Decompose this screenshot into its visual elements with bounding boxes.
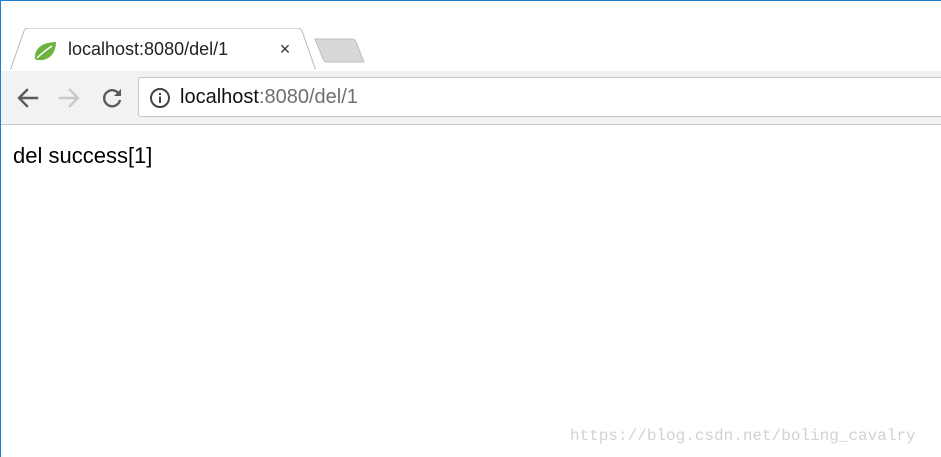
- browser-toolbar: localhost:8080/del/1: [0, 71, 941, 125]
- url-path: :8080/del/1: [258, 86, 358, 108]
- back-arrow-icon: [17, 88, 39, 108]
- url-host: localhost: [180, 86, 259, 108]
- address-bar[interactable]: localhost:8080/del/1: [138, 77, 941, 117]
- tab-title: localhost:8080/del/1: [68, 39, 229, 59]
- spring-leaf-icon: [32, 40, 58, 62]
- forward-arrow-icon: [58, 88, 80, 108]
- reload-button[interactable]: [98, 84, 126, 112]
- new-tab-icon: [314, 38, 365, 63]
- url-text[interactable]: localhost:8080/del/1: [180, 86, 358, 109]
- info-icon[interactable]: [149, 87, 171, 109]
- new-tab-button[interactable]: [314, 38, 366, 64]
- watermark-text: https://blog.csdn.net/boling_cavalry: [570, 427, 916, 445]
- tab-strip: localhost:8080/del/1 ×: [0, 0, 941, 71]
- tab-close-button[interactable]: ×: [275, 38, 295, 60]
- page-content: del success[1] https://blog.csdn.net/bol…: [0, 125, 941, 457]
- reload-icon: [103, 89, 122, 108]
- active-tab[interactable]: localhost:8080/del/1 ×: [10, 28, 316, 71]
- forward-button[interactable]: [55, 84, 83, 112]
- response-text: del success[1]: [13, 143, 153, 168]
- back-button[interactable]: [14, 84, 42, 112]
